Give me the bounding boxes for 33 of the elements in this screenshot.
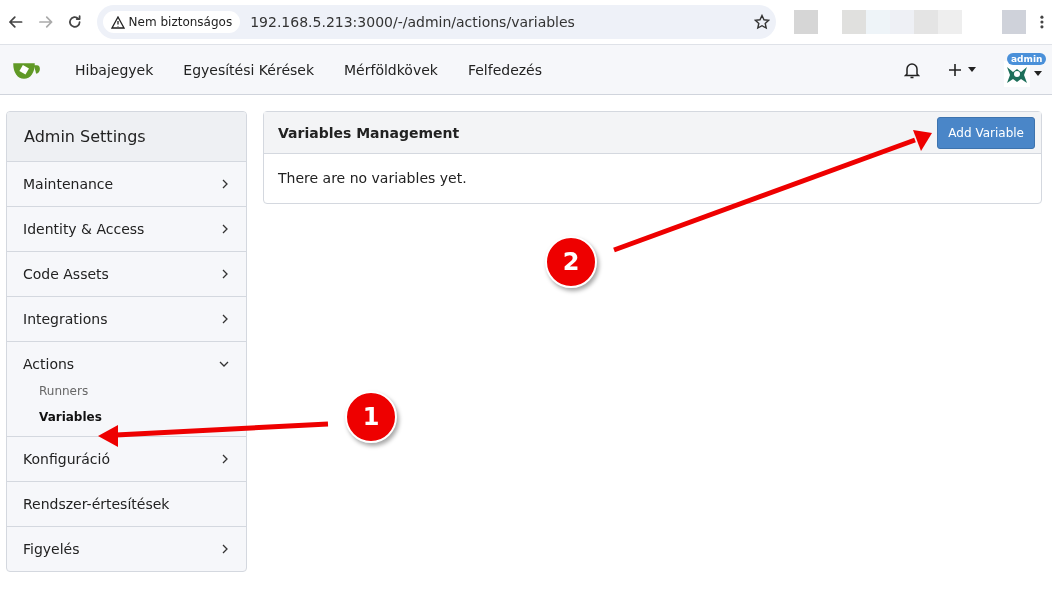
sidebar-group[interactable]: Integrations — [7, 297, 246, 341]
back-icon[interactable] — [8, 14, 24, 30]
sidebar-title: Admin Settings — [7, 112, 246, 162]
nav-link[interactable]: Felfedezés — [452, 61, 557, 78]
menu-icon[interactable] — [1040, 14, 1044, 30]
url-text: 192.168.5.213:3000/-/admin/actions/variables — [250, 14, 576, 30]
star-icon[interactable] — [754, 14, 771, 30]
nav-link[interactable]: Egyesítési Kérések — [168, 61, 329, 78]
caret-icon — [968, 67, 976, 72]
step-number: 1 — [345, 391, 397, 443]
sidebar-item[interactable]: Rendszer-értesítések — [7, 482, 246, 526]
create-menu[interactable] — [948, 62, 976, 77]
security-chip[interactable]: Nem biztonságos — [102, 11, 241, 33]
nav-link[interactable]: Mérföldkövek — [329, 61, 453, 78]
add-variable-button[interactable]: Add Variable — [937, 116, 1035, 149]
sidebar-group[interactable]: Figyelés — [7, 527, 246, 571]
sidebar-group[interactable]: Code Assets — [7, 252, 246, 296]
security-label: Nem biztonságos — [128, 15, 233, 29]
reload-icon[interactable] — [67, 14, 83, 30]
sidebar-subitem[interactable]: Variables — [39, 408, 102, 426]
panel-title: Variables Management — [278, 124, 460, 141]
bell-icon[interactable] — [904, 60, 920, 79]
warning-icon — [110, 15, 125, 29]
plus-icon — [948, 62, 962, 77]
sidebar-group[interactable]: Maintenance — [7, 162, 246, 206]
user-badge: admin — [1007, 52, 1047, 65]
empty-message: There are no variables yet. — [278, 170, 467, 186]
sidebar-group[interactable]: Identity & Access — [7, 207, 246, 251]
address-bar[interactable]: Nem biztonságos 192.168.5.213:3000/-/admin/actions/variables — [96, 5, 777, 39]
nav-link[interactable]: Hibajegyek — [60, 61, 169, 78]
step-number: 2 — [545, 236, 597, 288]
sidebar-group[interactable]: Konfiguráció — [7, 437, 246, 481]
caret-icon — [1034, 71, 1042, 76]
